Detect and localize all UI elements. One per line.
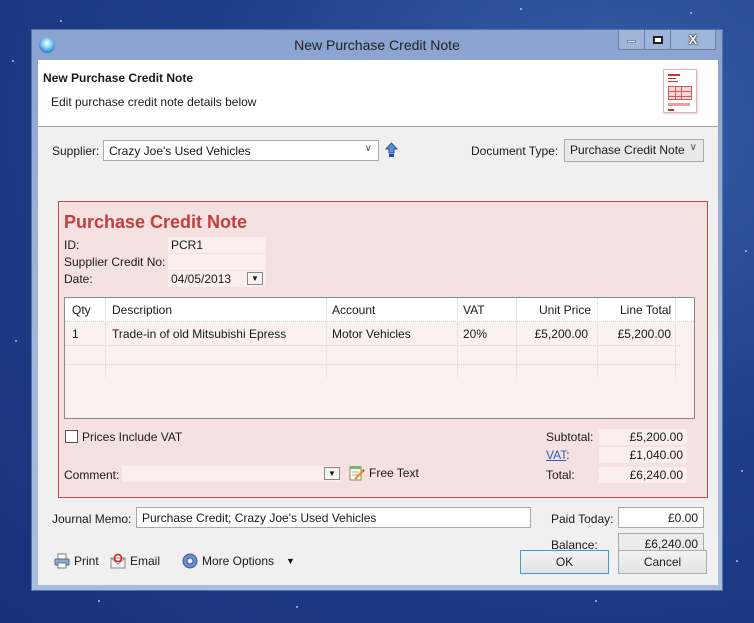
panel-title: Purchase Credit Note [64, 212, 248, 232]
column-header-vat[interactable]: VAT [463, 303, 485, 317]
document-type-value: Purchase Credit Note [570, 143, 685, 157]
email-label: Email [130, 554, 161, 568]
vat-link[interactable]: VAT [546, 448, 566, 462]
free-text-button[interactable]: Free Text [349, 465, 419, 481]
vat-total-label: VAT: [546, 448, 570, 462]
cell-unit-price: £5,200.00 [534, 327, 588, 341]
column-header-description[interactable]: Description [112, 303, 172, 317]
printer-icon [54, 553, 70, 569]
star [15, 340, 17, 342]
column-header-line-total[interactable]: Line Total [620, 303, 671, 317]
document-type-select[interactable]: Purchase Credit Note ∨ [564, 139, 704, 162]
window-controls: X [618, 30, 716, 50]
column-header-unit-price[interactable]: Unit Price [539, 303, 591, 317]
credit-note-panel: Purchase Credit Note ID: PCR1 Supplier C… [58, 201, 708, 498]
email-button[interactable]: Email [110, 553, 160, 569]
paid-today-input[interactable]: £0.00 [618, 507, 704, 528]
free-text-label: Free Text [369, 466, 419, 480]
subtotal-value: £5,200.00 [599, 429, 687, 445]
star [690, 12, 692, 14]
journal-memo-input[interactable]: Purchase Credit; Crazy Joe's Used Vehicl… [136, 507, 531, 528]
chevron-down-icon: ∨ [689, 142, 697, 153]
total-label: Total: [546, 468, 575, 482]
title-bar[interactable]: New Purchase Credit Note X [32, 30, 722, 60]
star [741, 470, 743, 472]
date-value: 04/05/2013 [171, 272, 232, 286]
minimize-icon [627, 40, 636, 43]
more-options-label: More Options [202, 554, 275, 568]
print-label: Print [74, 554, 99, 568]
vat-colon: : [566, 448, 570, 462]
cell-description: Trade-in of old Mitsubishi Epress [112, 327, 287, 341]
supplier-credit-label: Supplier Credit No: [64, 255, 166, 269]
prices-include-vat-checkbox[interactable] [65, 430, 78, 443]
paid-today-label: Paid Today: [551, 512, 614, 526]
close-icon: X [688, 32, 698, 47]
column-header-account[interactable]: Account [332, 303, 375, 317]
dialog-window: New Purchase Credit Note X New Purchase … [31, 29, 723, 591]
comment-field[interactable] [122, 466, 340, 482]
star [736, 560, 738, 562]
subtotal-label: Subtotal: [546, 430, 594, 444]
star [595, 600, 597, 602]
more-options-button[interactable]: More Options ▼ [182, 553, 295, 569]
dialog-header: New Purchase Credit Note Edit purchase c… [38, 60, 718, 127]
date-label: Date: [64, 272, 93, 286]
doc-line [668, 81, 678, 82]
print-button[interactable]: Print [54, 553, 99, 569]
row-separator [65, 345, 680, 346]
total-value: £6,240.00 [599, 467, 687, 483]
grid-header: Qty Description Account VAT Unit Price L… [65, 298, 694, 322]
column-header-qty[interactable]: Qty [72, 303, 91, 317]
cell-vat: 20% [463, 327, 488, 341]
doc-line [668, 78, 676, 79]
chevron-down-icon: ∨ [364, 143, 372, 154]
header-title: New Purchase Credit Note [43, 71, 194, 85]
star [60, 20, 62, 22]
minimize-button[interactable] [618, 30, 645, 50]
cell-qty: 1 [72, 327, 79, 341]
row-separator [65, 364, 680, 365]
star [520, 8, 522, 10]
star [296, 606, 298, 608]
doc-line [668, 103, 690, 106]
maximize-icon [652, 35, 663, 44]
header-subtitle: Edit purchase credit note details below [51, 95, 257, 109]
gear-icon [182, 553, 198, 569]
supplier-value: Crazy Joe's Used Vehicles [109, 144, 251, 158]
doc-line [668, 109, 674, 111]
supplier-credit-field[interactable] [168, 254, 266, 270]
ok-button[interactable]: OK [520, 550, 609, 574]
doc-line [668, 74, 680, 76]
email-icon [110, 553, 126, 569]
maximize-button[interactable] [645, 30, 671, 50]
notepad-pencil-icon [349, 466, 365, 481]
document-type-label: Document Type: [471, 144, 559, 158]
cancel-button[interactable]: Cancel [618, 550, 707, 574]
supplier-label: Supplier: [52, 144, 100, 158]
credit-note-document-icon [663, 69, 697, 113]
comment-dropdown-button[interactable]: ▼ [324, 467, 340, 480]
supplier-select[interactable]: Crazy Joe's Used Vehicles ∨ [103, 140, 379, 161]
caret-down-icon: ▼ [286, 556, 295, 566]
comment-label: Comment: [64, 468, 120, 482]
supplier-details-icon[interactable] [385, 142, 398, 158]
cell-line-total: £5,200.00 [617, 327, 671, 341]
id-field[interactable]: PCR1 [168, 237, 266, 253]
cell-account: Motor Vehicles [332, 327, 411, 341]
star [98, 600, 100, 602]
star [745, 250, 747, 252]
doc-grid [668, 86, 692, 100]
id-label: ID: [64, 238, 80, 252]
close-button[interactable]: X [671, 30, 716, 50]
journal-memo-label: Journal Memo: [52, 512, 132, 526]
star [12, 60, 14, 62]
line-items-grid[interactable]: Qty Description Account VAT Unit Price L… [64, 297, 695, 419]
dialog-client: New Purchase Credit Note Edit purchase c… [38, 60, 718, 585]
table-row[interactable]: 1 Trade-in of old Mitsubishi Epress Moto… [65, 322, 680, 345]
vat-total-value: £1,040.00 [599, 447, 687, 463]
date-dropdown-button[interactable]: ▼ [247, 272, 263, 285]
prices-include-vat-label: Prices Include VAT [82, 430, 183, 444]
